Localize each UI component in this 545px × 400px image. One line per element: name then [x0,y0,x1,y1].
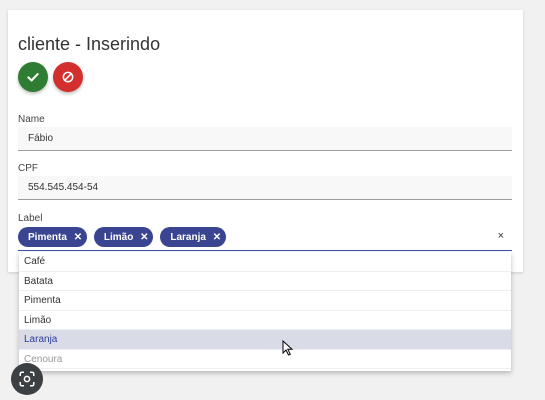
chip-pimenta: Pimenta ✕ [18,227,87,247]
dropdown-option[interactable]: Pimenta [19,291,511,311]
name-label: Name [18,114,45,125]
save-button[interactable] [18,62,48,92]
label-chips-input[interactable]: Pimenta ✕ Limão ✕ Laranja ✕ × [18,224,512,251]
cancel-button[interactable] [53,62,83,92]
chip-label: Laranja [170,231,206,243]
clear-all-icon[interactable]: × [498,230,504,242]
chip-remove-icon[interactable]: ✕ [73,232,83,243]
cpf-label: CPF [18,163,38,174]
lens-icon[interactable] [11,363,43,395]
form-card: cliente - Inserindo Name CPF Label Pimen… [8,10,523,272]
check-icon [27,73,39,82]
chip-remove-icon[interactable]: ✕ [139,232,149,243]
dropdown-option[interactable]: Cenoura [19,350,511,369]
page-title: cliente - Inserindo [18,34,161,54]
dropdown-option[interactable]: Limão [19,311,511,330]
block-icon [62,71,74,83]
name-field[interactable] [18,127,512,151]
camera-search-icon [19,371,35,387]
chip-laranja: Laranja ✕ [160,227,226,247]
chip-label: Pimenta [28,231,67,243]
chip-limao: Limão ✕ [93,227,154,247]
chip-remove-icon[interactable]: ✕ [212,232,222,243]
dropdown-option[interactable]: Batata [19,272,511,291]
dropdown-option[interactable]: Café [19,252,511,272]
cpf-field[interactable] [18,176,512,200]
mouse-cursor-icon [282,340,294,356]
dropdown-option-highlighted[interactable]: Laranja [19,330,511,350]
autocomplete-dropdown: Café Batata Pimenta Limão Laranja Cenour… [19,252,511,371]
chip-label: Limão [103,231,134,243]
label-label: Label [18,213,43,224]
